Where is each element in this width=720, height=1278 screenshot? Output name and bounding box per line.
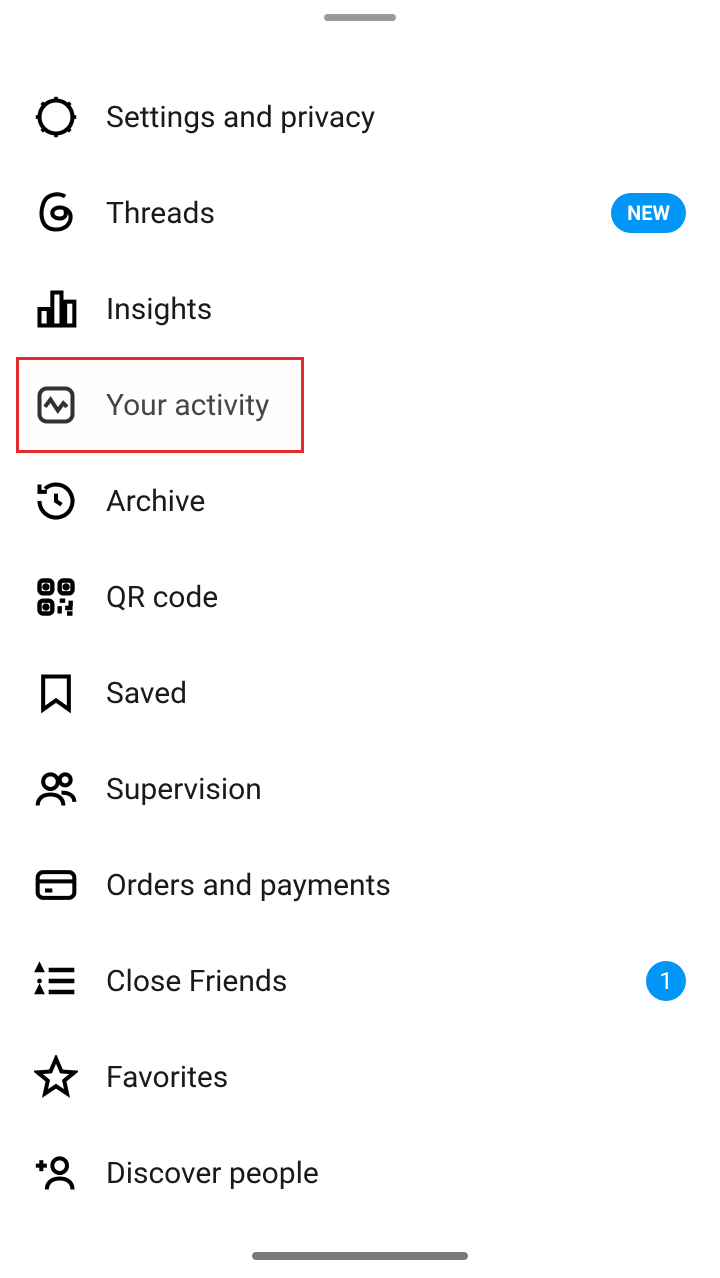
- menu-item-supervision[interactable]: Supervision: [0, 741, 720, 837]
- gear-icon: [34, 95, 78, 139]
- menu-label: QR code: [106, 580, 686, 615]
- menu-item-saved[interactable]: Saved: [0, 645, 720, 741]
- menu-item-insights[interactable]: Insights: [0, 261, 720, 357]
- threads-icon: [34, 191, 78, 235]
- payments-icon: [34, 863, 78, 907]
- menu-label: Saved: [106, 676, 686, 711]
- menu-item-orders-payments[interactable]: Orders and payments: [0, 837, 720, 933]
- menu-item-close-friends[interactable]: Close Friends 1: [0, 933, 720, 1029]
- menu-label: Archive: [106, 484, 686, 519]
- qrcode-icon: [34, 575, 78, 619]
- menu-label: Close Friends: [106, 964, 646, 999]
- menu-item-archive[interactable]: Archive: [0, 453, 720, 549]
- count-badge: 1: [646, 961, 686, 1001]
- menu-label: Supervision: [106, 772, 686, 807]
- discover-icon: [34, 1151, 78, 1195]
- favorites-icon: [34, 1055, 78, 1099]
- menu-list: Settings and privacy Threads NEW Insight…: [0, 21, 720, 1221]
- menu-item-your-activity[interactable]: Your activity: [0, 357, 720, 453]
- menu-label: Insights: [106, 292, 686, 327]
- activity-icon: [34, 383, 78, 427]
- menu-label: Your activity: [106, 388, 686, 423]
- menu-item-qrcode[interactable]: QR code: [0, 549, 720, 645]
- menu-label: Threads: [106, 196, 611, 231]
- insights-icon: [34, 287, 78, 331]
- menu-label: Favorites: [106, 1060, 686, 1095]
- menu-label: Discover people: [106, 1156, 686, 1191]
- drag-handle[interactable]: [324, 14, 396, 21]
- menu-item-settings[interactable]: Settings and privacy: [0, 69, 720, 165]
- menu-label: Orders and payments: [106, 868, 686, 903]
- menu-label: Settings and privacy: [106, 100, 686, 135]
- new-badge: NEW: [611, 193, 686, 233]
- supervision-icon: [34, 767, 78, 811]
- home-indicator[interactable]: [252, 1252, 468, 1260]
- menu-item-favorites[interactable]: Favorites: [0, 1029, 720, 1125]
- closefriends-icon: [34, 959, 78, 1003]
- menu-item-discover-people[interactable]: Discover people: [0, 1125, 720, 1221]
- archive-icon: [34, 479, 78, 523]
- saved-icon: [34, 671, 78, 715]
- menu-item-threads[interactable]: Threads NEW: [0, 165, 720, 261]
